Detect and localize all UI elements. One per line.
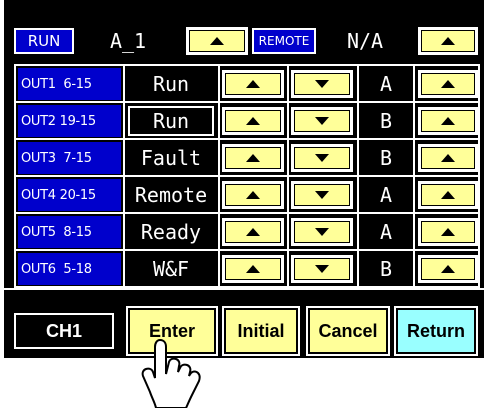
down-arrow-icon [315, 228, 329, 236]
row-divider [14, 249, 480, 251]
output-6-mode-down-button[interactable] [291, 255, 353, 283]
column-divider [287, 64, 289, 288]
down-arrow-icon [315, 80, 329, 88]
column-divider [123, 64, 125, 288]
output-channel-5: A [379, 220, 393, 244]
row-divider [14, 101, 480, 103]
run-status-label: RUN [14, 28, 74, 54]
output-3-channel-up-button[interactable] [418, 144, 478, 172]
up-arrow-icon [246, 228, 260, 236]
output-1-mode-up-button[interactable] [222, 70, 284, 98]
row-divider [14, 175, 480, 177]
output-mode-1: Run [152, 72, 190, 96]
output-channel-3: B [379, 146, 393, 170]
up-arrow-icon [441, 117, 455, 125]
top-band [4, 0, 484, 8]
output-mode-5: Ready [140, 220, 202, 244]
remote-label-text: REMOTE [258, 34, 310, 48]
return-button[interactable]: Return [394, 306, 478, 356]
up-arrow-icon [441, 37, 455, 45]
output-2-channel-up-button[interactable] [418, 107, 478, 135]
output-mode-6: W&F [152, 257, 190, 281]
column-divider [218, 64, 220, 288]
up-arrow-icon [441, 265, 455, 273]
down-arrow-icon [315, 191, 329, 199]
output-5-mode-up-button[interactable] [222, 218, 284, 246]
up-arrow-icon [246, 191, 260, 199]
output-2-mode-down-button[interactable] [291, 107, 353, 135]
output-channel-2: B [379, 109, 393, 133]
output-5-channel-up-button[interactable] [418, 218, 478, 246]
output-6-mode-up-button[interactable] [222, 255, 284, 283]
up-arrow-icon [441, 154, 455, 162]
output-label-4: OUT4 20-15 [18, 179, 121, 211]
run-status-text: RUN [27, 32, 61, 50]
output-label-1: OUT1 6-15 [18, 68, 121, 100]
output-5-mode-down-button[interactable] [291, 218, 353, 246]
output-channel-6: B [379, 257, 393, 281]
output-mode-4: Remote [134, 183, 208, 207]
column-divider [413, 64, 415, 288]
output-1-mode-down-button[interactable] [291, 70, 353, 98]
output-label-6: OUT6 5-18 [18, 253, 121, 285]
output-6-channel-up-button[interactable] [418, 255, 478, 283]
up-arrow-icon [441, 80, 455, 88]
output-2-mode-up-button[interactable] [222, 107, 284, 135]
remote-label: REMOTE [252, 28, 316, 54]
output-3-mode-up-button[interactable] [222, 144, 284, 172]
output-channel-1: A [379, 72, 393, 96]
down-arrow-icon [315, 117, 329, 125]
up-arrow-icon [441, 228, 455, 236]
row-divider [14, 138, 480, 140]
program-select-up-button[interactable] [186, 27, 248, 55]
up-arrow-icon [246, 117, 260, 125]
output-4-channel-up-button[interactable] [418, 181, 478, 209]
output-channel-4: A [379, 183, 393, 207]
remote-select-up-button[interactable] [418, 27, 478, 55]
up-arrow-icon [246, 80, 260, 88]
up-arrow-icon [210, 37, 224, 45]
pointing-hand-icon [141, 338, 201, 408]
up-arrow-icon [246, 265, 260, 273]
output-3-mode-down-button[interactable] [291, 144, 353, 172]
output-4-mode-down-button[interactable] [291, 181, 353, 209]
row-divider [14, 212, 480, 214]
output-mode-2-selected: Run [128, 106, 214, 136]
output-label-3: OUT3 7-15 [18, 142, 121, 174]
output-mode-3: Fault [140, 146, 202, 170]
output-4-mode-up-button[interactable] [222, 181, 284, 209]
column-divider [357, 64, 359, 288]
down-arrow-icon [315, 154, 329, 162]
program-name-value: A_1 [109, 29, 147, 53]
down-arrow-icon [315, 265, 329, 273]
up-arrow-icon [441, 191, 455, 199]
output-1-channel-up-button[interactable] [418, 70, 478, 98]
channel-indicator: CH1 [14, 313, 114, 349]
output-label-2: OUT2 19-15 [18, 105, 121, 137]
remote-value: N/A [346, 29, 384, 53]
output-label-5: OUT5 8-15 [18, 216, 121, 248]
up-arrow-icon [246, 154, 260, 162]
cancel-button[interactable]: Cancel [306, 306, 390, 356]
initial-button[interactable]: Initial [222, 306, 300, 356]
